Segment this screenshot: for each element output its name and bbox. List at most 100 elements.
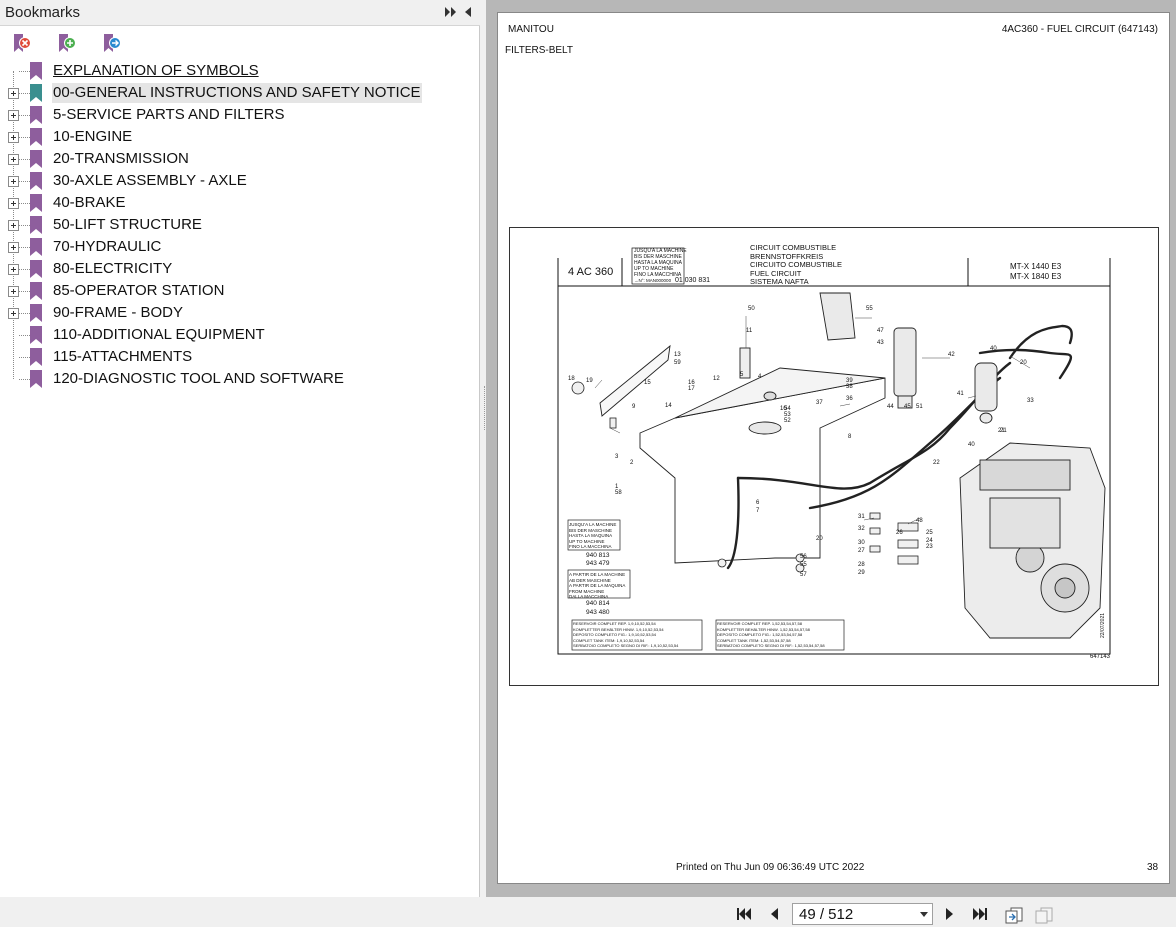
part-callout: 25 <box>926 530 933 536</box>
part-callout: 6 <box>756 500 760 506</box>
expand-toggle-icon[interactable] <box>8 110 19 121</box>
bookmark-item[interactable]: 00-GENERAL INSTRUCTIONS AND SAFETY NOTIC… <box>0 82 480 104</box>
page-header-right: 4AC360 - FUEL CIRCUIT (647143) <box>1001 24 1158 35</box>
next-view-icon[interactable] <box>1034 906 1054 924</box>
expand-toggle-icon[interactable] <box>8 286 19 297</box>
bookmark-label[interactable]: 80-ELECTRICITY <box>52 259 173 279</box>
bookmark-item[interactable]: 120-DIAGNOSTIC TOOL AND SOFTWARE <box>0 368 480 390</box>
part-callout: 32 <box>858 526 865 532</box>
expand-toggle-icon[interactable] <box>8 242 19 253</box>
bookmark-label[interactable]: 70-HYDRAULIC <box>52 237 162 257</box>
bookmark-label[interactable]: 00-GENERAL INSTRUCTIONS AND SAFETY NOTIC… <box>52 83 422 103</box>
bookmark-item[interactable]: 50-LIFT STRUCTURE <box>0 214 480 236</box>
bookmark-item[interactable]: EXPLANATION OF SYMBOLS <box>0 60 480 82</box>
note-line: A PARTIR DE LA MACHINE <box>569 572 626 577</box>
last-page-icon[interactable] <box>971 906 989 922</box>
bookmark-label[interactable]: 90-FRAME - BODY <box>52 303 184 323</box>
bookmark-item[interactable]: 70-HYDRAULIC <box>0 236 480 258</box>
reservoir-table-right: RESERVOIR COMPLET REP. 1,52,53,54,57,58 … <box>717 621 825 649</box>
figure-drawing <box>557 247 1111 655</box>
bookmark-icon <box>30 216 42 234</box>
expand-toggle-icon[interactable] <box>8 132 19 143</box>
part-callout: 9 <box>632 404 636 410</box>
expand-toggle-icon[interactable] <box>8 88 19 99</box>
bookmark-item[interactable]: 40-BRAKE <box>0 192 480 214</box>
bookmark-item[interactable]: 30-AXLE ASSEMBLY - AXLE <box>0 170 480 192</box>
part-callout: 38 <box>846 384 853 390</box>
part-callout: 36 <box>846 396 853 402</box>
bookmark-label[interactable]: 40-BRAKE <box>52 193 127 213</box>
figure-model-line: MT-X 1840 E3 <box>1010 272 1062 281</box>
part-callout: 29 <box>858 570 865 576</box>
figure-title-line: SISTEMA NAFTA <box>750 277 809 286</box>
bookmark-item[interactable]: 10-ENGINE <box>0 126 480 148</box>
expand-toggle-icon[interactable] <box>8 308 19 319</box>
part-callout: 14 <box>665 403 672 409</box>
bookmark-icon <box>30 260 42 278</box>
figure-model-line: MT-X 1440 E3 <box>1010 262 1062 271</box>
collapse-panel-icon[interactable] <box>462 5 474 19</box>
part-callout: 44 <box>887 404 894 410</box>
bookmark-label[interactable]: 110-ADDITIONAL EQUIPMENT <box>52 325 266 345</box>
chevron-down-icon <box>920 912 928 917</box>
part-callout: 42 <box>948 352 955 358</box>
expand-toggle-icon[interactable] <box>8 176 19 187</box>
bookmark-label[interactable]: 50-LIFT STRUCTURE <box>52 215 203 235</box>
navigation-bar <box>0 897 1176 927</box>
part-callout: 55 <box>866 306 873 312</box>
bookmark-icon <box>30 84 42 102</box>
bookmark-item[interactable]: 85-OPERATOR STATION <box>0 280 480 302</box>
tree-connector <box>19 93 30 94</box>
bookmark-label[interactable]: EXPLANATION OF SYMBOLS <box>52 61 260 81</box>
left-note-from: A PARTIR DE LA MACHINE AB DER MASCHINE A… <box>569 572 625 600</box>
bookmark-item[interactable]: 110-ADDITIONAL EQUIPMENT <box>0 324 480 346</box>
part-callout: 5 <box>740 372 744 378</box>
note-line: DALLA MACCHINA <box>569 594 609 599</box>
expand-toggle-icon[interactable] <box>8 154 19 165</box>
page-number-select[interactable]: 49 / 512 <box>792 903 933 925</box>
page-footer-printed: Printed on Thu Jun 09 06:36:49 UTC 2022 <box>676 862 865 873</box>
next-page-icon[interactable] <box>941 906 959 922</box>
reservoir-line: SERBATOIO COMPLETO SEGNO DI RIF.: 1,52,5… <box>717 643 825 649</box>
bookmark-label[interactable]: 20-TRANSMISSION <box>52 149 190 169</box>
bookmark-icon <box>30 304 42 322</box>
part-callout: 2 <box>630 460 634 466</box>
tree-connector <box>19 335 30 336</box>
left-serial-1b: 943 479 <box>586 560 610 567</box>
find-bookmark-icon[interactable] <box>100 32 122 54</box>
tree-connector <box>19 203 30 204</box>
part-callout: 4 <box>758 374 762 380</box>
figure-models: MT-X 1440 E3 MT-X 1840 E3 <box>1010 262 1061 282</box>
expand-panel-icon[interactable] <box>444 5 458 19</box>
bookmark-label[interactable]: 10-ENGINE <box>52 127 133 147</box>
tree-connector <box>19 379 30 380</box>
part-callout: 23 <box>926 544 933 550</box>
previous-view-icon[interactable] <box>1004 906 1024 924</box>
bookmark-item[interactable]: 80-ELECTRICITY <box>0 258 480 280</box>
bookmark-icon <box>30 326 42 344</box>
bookmark-label[interactable]: 120-DIAGNOSTIC TOOL AND SOFTWARE <box>52 369 345 389</box>
figure-titles: CIRCUIT COMBUSTIBLE BRENNSTOFFKREIS CIRC… <box>750 243 842 287</box>
bookmark-label[interactable]: 85-OPERATOR STATION <box>52 281 225 301</box>
expand-toggle-icon[interactable] <box>8 264 19 275</box>
bookmark-label[interactable]: 5-SERVICE PARTS AND FILTERS <box>52 105 285 125</box>
bookmark-item[interactable]: 115-ATTACHMENTS <box>0 346 480 368</box>
bookmark-label[interactable]: 30-AXLE ASSEMBLY - AXLE <box>52 171 248 191</box>
bookmark-icon <box>30 128 42 146</box>
first-page-icon[interactable] <box>735 906 753 922</box>
note-line: FINO LA MACCHINA <box>569 544 612 549</box>
part-callout: 28 <box>858 562 865 568</box>
bookmark-item[interactable]: 20-TRANSMISSION <box>0 148 480 170</box>
previous-page-icon[interactable] <box>765 906 783 922</box>
bookmarks-panel: Bookmarks EXPLANATION OF SYMBOLS 00-GENE… <box>0 0 480 897</box>
expand-toggle-icon[interactable] <box>8 220 19 231</box>
expand-toggle-icon[interactable] <box>8 198 19 209</box>
delete-bookmark-icon[interactable] <box>10 32 32 54</box>
part-callout: 51 <box>916 404 923 410</box>
bookmark-label[interactable]: 115-ATTACHMENTS <box>52 347 193 367</box>
part-callout: 19 <box>586 378 593 384</box>
bookmark-item[interactable]: 5-SERVICE PARTS AND FILTERS <box>0 104 480 126</box>
bookmark-item[interactable]: 90-FRAME - BODY <box>0 302 480 324</box>
left-serial-1a: 940 813 <box>586 552 610 559</box>
add-bookmark-icon[interactable] <box>55 32 77 54</box>
